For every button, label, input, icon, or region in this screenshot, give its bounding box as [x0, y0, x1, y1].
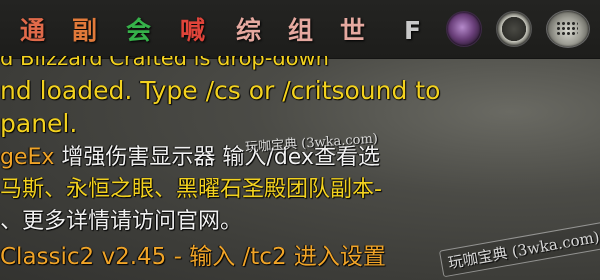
chat-line: d Blizzard Crafted is drop-down	[0, 56, 329, 70]
tab-instance[interactable]: 副	[72, 14, 98, 48]
purple-portrait-icon[interactable]	[446, 11, 482, 47]
tab-world[interactable]: 世	[340, 14, 366, 48]
gear-icon[interactable]	[496, 11, 532, 47]
tab-guild[interactable]: 会	[126, 14, 152, 48]
speaker-icon[interactable]	[546, 10, 590, 48]
tab-party[interactable]: 组	[288, 14, 314, 48]
tab-f[interactable]: F	[404, 14, 422, 48]
speaker-grill	[556, 21, 578, 35]
tab-general[interactable]: 通	[20, 14, 46, 48]
chat-channel-bar: 通 副 会 喊 综 组 世 F	[0, 0, 600, 59]
chat-line: nd loaded. Type /cs or /critsound to	[0, 76, 441, 105]
chat-line: 马斯、永恒之眼、黑曜石圣殿团队副本-	[0, 177, 382, 202]
addon-name[interactable]: geEx	[0, 145, 54, 170]
tab-yell[interactable]: 喊	[180, 14, 206, 48]
tab-combined[interactable]: 综	[236, 14, 262, 48]
chat-line: 、更多详情请访问官网。	[0, 209, 243, 234]
